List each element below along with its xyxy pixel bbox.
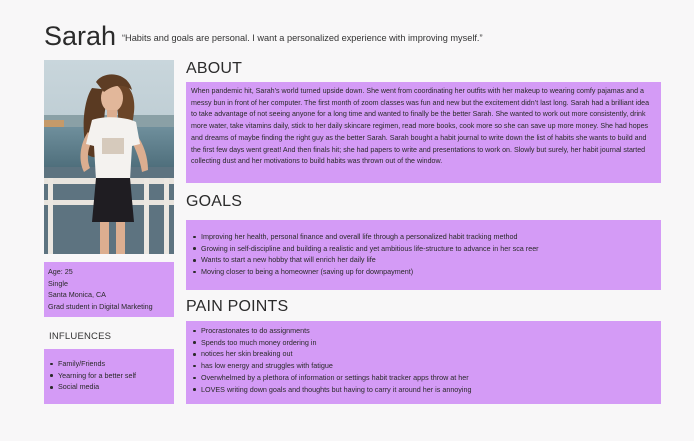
list-item: Wants to start a new hobby that will enr… bbox=[193, 254, 656, 266]
list-item: has low energy and struggles with fatigu… bbox=[193, 360, 656, 372]
fact-occupation: Grad student in Digital Marketing bbox=[48, 302, 153, 312]
fact-relationship: Single bbox=[48, 278, 68, 288]
list-item: Family/Friends bbox=[50, 358, 170, 370]
list-item: Social media bbox=[50, 381, 170, 393]
list-item: Yearning for a better self bbox=[50, 370, 170, 382]
fact-age: Age: 25 bbox=[48, 267, 73, 276]
list-item: Spends too much money ordering in bbox=[193, 337, 656, 349]
influences-heading: INFLUENCES bbox=[49, 331, 112, 342]
persona-quote: “Habits and goals are personal. I want a… bbox=[122, 33, 483, 43]
persona-facts-card: Age: 25 Single Santa Monica, CA Grad stu… bbox=[44, 262, 174, 317]
goals-heading: GOALS bbox=[186, 193, 243, 210]
fact-location: Santa Monica, CA bbox=[48, 290, 106, 300]
list-item: LOVES writing down goals and thoughts bu… bbox=[193, 384, 656, 396]
list-item: Overwhelmed by a plethora of information… bbox=[193, 372, 656, 384]
list-item: Procrastonates to do assignments bbox=[193, 325, 656, 337]
about-heading: ABOUT bbox=[186, 60, 243, 77]
goals-list: Improving her health, personal finance a… bbox=[191, 231, 656, 278]
goals-card: Improving her health, personal finance a… bbox=[186, 220, 661, 290]
about-card: When pandemic hit, Sarah’s world turned … bbox=[186, 82, 661, 183]
pain-points-list: Procrastonates to do assignments Spends … bbox=[191, 325, 656, 395]
pain-points-card: Procrastonates to do assignments Spends … bbox=[186, 321, 661, 404]
persona-photo bbox=[44, 60, 174, 254]
influences-list: Family/Friends Yearning for a better sel… bbox=[48, 358, 170, 393]
about-text: When pandemic hit, Sarah’s world turned … bbox=[191, 87, 650, 166]
list-item: Moving closer to being a homeowner (savi… bbox=[193, 266, 656, 278]
influences-card: Family/Friends Yearning for a better sel… bbox=[44, 349, 174, 404]
list-item: Growing in self-discipline and building … bbox=[193, 243, 656, 255]
list-item: Improving her health, personal finance a… bbox=[193, 231, 656, 243]
pain-points-heading: PAIN POINTS bbox=[186, 298, 289, 315]
list-item: notices her skin breaking out bbox=[193, 348, 656, 360]
persona-name: Sarah bbox=[44, 21, 117, 51]
